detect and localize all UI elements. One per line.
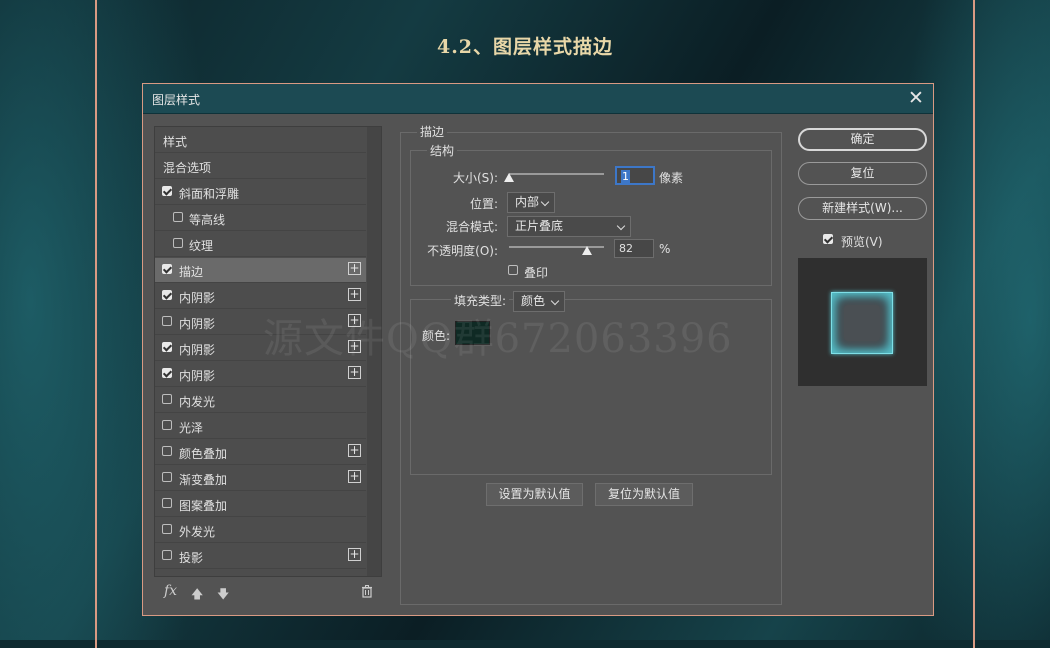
style-list-item-label: 颜色叠加 [179, 447, 228, 461]
style-list-checkbox[interactable] [162, 446, 172, 456]
style-list-item-label: 混合选项 [163, 161, 212, 175]
style-list-item[interactable]: 斜面和浮雕 [155, 180, 366, 205]
add-effect-icon[interactable]: + [348, 444, 361, 457]
slide-headline: 4.2、图层样式描边 [436, 36, 614, 58]
style-list-item-label: 内阴影 [179, 369, 216, 383]
style-list-item-label: 投影 [179, 551, 204, 565]
new-style-button[interactable]: 新建样式(W)... [798, 197, 927, 220]
style-list-item[interactable]: 样式 [155, 128, 366, 153]
style-list-checkbox[interactable] [173, 212, 183, 222]
style-list-item-label: 内发光 [179, 395, 216, 409]
dialog-title: 图层样式 [152, 93, 201, 107]
style-list-checkbox[interactable] [162, 420, 172, 430]
size-label: 大小(S): [452, 171, 498, 185]
style-list-item[interactable]: 光泽 [155, 414, 366, 439]
style-list-item-label: 纹理 [189, 239, 214, 253]
trash-icon[interactable] [361, 585, 373, 601]
opacity-unit: % [659, 242, 671, 256]
arrow-down-icon[interactable]: 🡇 [217, 585, 229, 606]
size-slider-thumb[interactable] [504, 173, 514, 182]
style-list-checkbox[interactable] [162, 498, 172, 508]
position-select[interactable]: 内部 [507, 192, 555, 213]
style-list-item-label: 描边 [179, 265, 204, 279]
preview-label: 预览(V) [841, 235, 883, 249]
style-list-checkbox[interactable] [162, 524, 172, 534]
style-list-item-label: 外发光 [179, 525, 216, 539]
style-list-item[interactable]: 等高线 [155, 206, 366, 231]
add-effect-icon[interactable]: + [348, 366, 361, 379]
style-list-checkbox[interactable] [162, 394, 172, 404]
add-effect-icon[interactable]: + [348, 470, 361, 483]
style-list-checkbox[interactable] [162, 368, 172, 378]
layer-style-dialog: 图层样式 ✕ 样式 混合选项 斜面和浮雕 等高线 纹理 描边 + 内阴影 + 内阴影 + 内阴影 + 内阴… [142, 83, 934, 616]
add-effect-icon[interactable]: + [348, 262, 361, 275]
style-list-item-label: 内阴影 [179, 343, 216, 357]
style-list-item-label: 样式 [163, 135, 188, 149]
reset-default-button[interactable]: 复位为默认值 [595, 483, 693, 506]
size-unit: 像素 [659, 171, 684, 185]
style-list-checkbox[interactable] [162, 316, 172, 326]
preview-checkbox[interactable] [823, 234, 833, 244]
close-icon[interactable]: ✕ [905, 87, 927, 109]
size-input[interactable]: 1 [615, 166, 655, 185]
chevron-down-icon [616, 221, 626, 231]
style-list-item-label: 渐变叠加 [179, 473, 228, 487]
fx-icon[interactable]: fx [164, 583, 177, 599]
reset-button[interactable]: 复位 [798, 162, 927, 185]
stroke-group-title: 描边 [417, 123, 448, 140]
chevron-down-icon [550, 296, 560, 306]
style-list-item[interactable]: 渐变叠加 + [155, 466, 366, 491]
add-effect-icon[interactable]: + [348, 288, 361, 301]
style-list-item-label: 内阴影 [179, 317, 216, 331]
overprint-checkbox[interactable] [508, 265, 518, 275]
ok-button[interactable]: 确定 [798, 128, 927, 151]
opacity-label: 不透明度(O): [427, 244, 498, 258]
style-list-item-label: 内阴影 [179, 291, 216, 305]
opacity-input[interactable]: 82 [614, 239, 654, 258]
style-list-checkbox[interactable] [162, 472, 172, 482]
style-list-item[interactable]: 投影 + [155, 544, 366, 569]
style-list-checkbox[interactable] [162, 550, 172, 560]
opacity-slider-thumb[interactable] [581, 246, 592, 255]
style-preview-box [798, 258, 927, 386]
style-list-item[interactable]: 纹理 [155, 232, 366, 257]
size-slider-track[interactable] [509, 173, 604, 175]
style-list-item-label: 斜面和浮雕 [179, 187, 240, 201]
dialog-titlebar: 图层样式 ✕ [143, 84, 933, 114]
style-list-checkbox[interactable] [162, 264, 172, 274]
blend-mode-select[interactable]: 正片叠底 [507, 216, 631, 237]
style-list-checkbox[interactable] [162, 290, 172, 300]
watermark-text: 源文件QQ群672063396 [263, 316, 733, 362]
style-list-checkbox[interactable] [162, 186, 172, 196]
chevron-down-icon [540, 197, 550, 207]
style-list-item[interactable]: 颜色叠加 + [155, 440, 366, 465]
style-list-item-label: 等高线 [189, 213, 226, 227]
style-list-item-label: 光泽 [179, 421, 204, 435]
style-list-item-label: 图案叠加 [179, 499, 228, 513]
overprint-label: 叠印 [524, 266, 549, 280]
style-list-checkbox[interactable] [173, 238, 183, 248]
style-list-item[interactable]: 混合选项 [155, 154, 366, 179]
add-effect-icon[interactable]: + [348, 548, 361, 561]
style-list-item[interactable]: 描边 + [155, 258, 366, 283]
blend-mode-label: 混合模式: [445, 220, 498, 234]
set-default-button[interactable]: 设置为默认值 [486, 483, 583, 506]
style-list-item[interactable]: 内阴影 + [155, 362, 366, 387]
style-list-checkbox[interactable] [162, 342, 172, 352]
structure-group-title: 结构 [427, 142, 458, 159]
arrow-up-icon[interactable]: 🡅 [191, 585, 203, 606]
style-list-toolbar: fx 🡅 🡇 [154, 582, 380, 606]
position-label: 位置: [469, 197, 498, 211]
style-list-item[interactable]: 图案叠加 [155, 492, 366, 517]
style-list-item[interactable]: 外发光 [155, 518, 366, 543]
style-preview-thumbnail [831, 292, 893, 354]
style-list-item[interactable]: 内发光 [155, 388, 366, 413]
